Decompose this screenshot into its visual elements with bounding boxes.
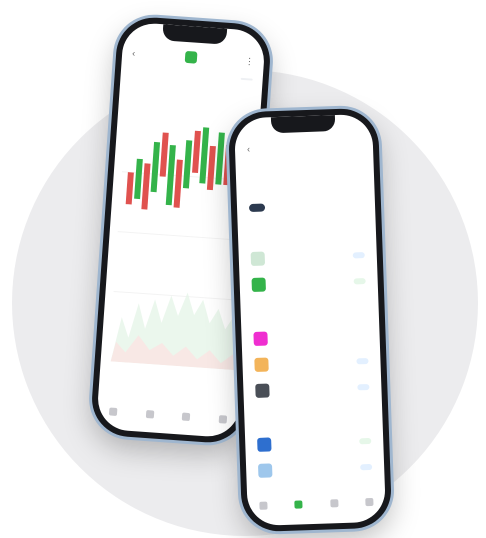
candle [173, 159, 183, 208]
list-item[interactable] [257, 430, 372, 456]
company-logo-icon [254, 357, 269, 372]
list-item[interactable] [251, 270, 366, 296]
segment-1[interactable] [248, 203, 266, 213]
home-icon [259, 501, 268, 510]
company-logo-icon [255, 383, 270, 398]
candle [150, 141, 161, 193]
list-item[interactable] [254, 350, 369, 376]
nav-item[interactable] [259, 501, 268, 512]
nav-item[interactable] [108, 407, 118, 418]
tab-3[interactable] [240, 77, 253, 81]
phone-right-screen: ‹ [233, 113, 387, 527]
segmented-control [248, 203, 287, 213]
nav-item[interactable] [294, 500, 303, 510]
candle [134, 158, 143, 200]
list-item[interactable] [255, 376, 370, 402]
company-logo-icon [253, 331, 268, 346]
candle [192, 130, 201, 174]
back-icon[interactable]: ‹ [132, 48, 136, 58]
back-icon[interactable]: ‹ [247, 144, 250, 154]
phone-right: ‹ [227, 107, 393, 533]
notch [270, 115, 336, 134]
status-badge [353, 278, 366, 285]
profile-icon [365, 497, 374, 507]
list-item[interactable] [257, 456, 373, 482]
stock-logo-icon [184, 50, 198, 64]
bottom-nav [259, 497, 374, 512]
nav-item[interactable] [218, 415, 228, 426]
status-badge [356, 357, 369, 365]
chart-info-row [129, 98, 251, 107]
home-icon [108, 407, 118, 416]
status-badge [359, 437, 372, 445]
candle [125, 172, 134, 205]
range-tabs [131, 70, 253, 81]
nav-item[interactable] [145, 409, 154, 421]
nav-item[interactable] [329, 499, 339, 509]
more-icon[interactable]: ⋮ [245, 56, 255, 68]
candle [159, 132, 169, 177]
status-badge [360, 463, 373, 471]
notch [162, 24, 228, 45]
company-logo-icon [250, 251, 266, 267]
candle [199, 127, 210, 184]
stock-header: ‹ ⋮ [122, 43, 265, 71]
markets-icon [294, 500, 303, 509]
nav-item[interactable] [365, 497, 374, 508]
list-item[interactable] [253, 324, 368, 350]
company-logo-icon [257, 463, 273, 478]
status-badge [357, 383, 370, 391]
candle [215, 132, 225, 185]
wallet-icon [182, 412, 191, 422]
wallet-icon [329, 499, 339, 508]
status-badge [352, 252, 365, 259]
nav-item[interactable] [182, 412, 191, 424]
candle-line [113, 290, 248, 302]
segment-2[interactable] [271, 203, 287, 212]
list-item[interactable] [250, 244, 365, 270]
candle [141, 163, 151, 210]
bottom-nav [108, 407, 228, 426]
candle [206, 145, 216, 191]
company-logo-icon [257, 437, 272, 452]
status-badge [355, 332, 367, 338]
company-logo-icon [251, 277, 266, 293]
candle [182, 140, 193, 189]
chart-icon [145, 409, 154, 419]
profile-icon [218, 415, 228, 424]
